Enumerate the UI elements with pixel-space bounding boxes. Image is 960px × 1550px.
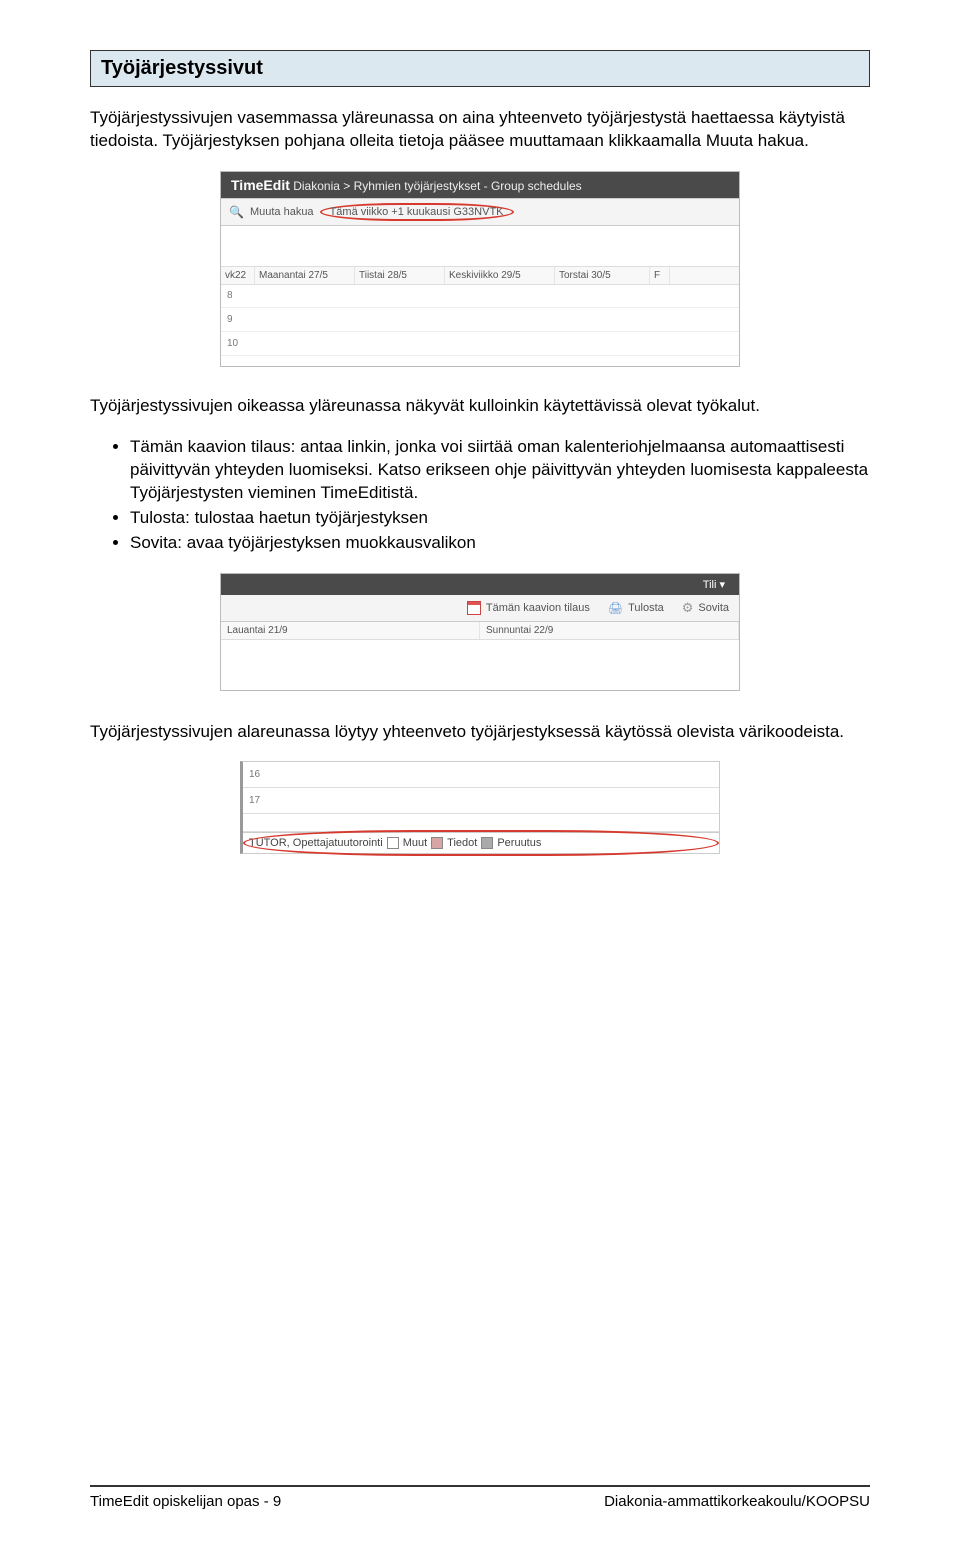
hour-row: 10 (221, 332, 739, 356)
color-legend: TUTOR, Opettajatuutorointi Muut Tiedot P… (243, 832, 719, 853)
tool-print[interactable]: 🖨 Tulosta (608, 601, 664, 615)
search-icon: 🔍 (229, 205, 244, 219)
calendar-day-header: vk22 Maanantai 27/5 Tiistai 28/5 Keskivi… (221, 266, 739, 285)
weekend-header: Lauantai 21/9 Sunnuntai 22/9 (221, 622, 739, 640)
tool-bullet-list: Tämän kaavion tilaus: antaa linkin, jonk… (90, 436, 870, 555)
hour-row: 17 (243, 788, 719, 814)
legend-label: Peruutus (497, 837, 541, 849)
bullet-item: Tulosta: tulostaa haetun työjärjestyksen (130, 507, 870, 530)
timeedit-topbar: TimeEdit Diakonia > Ryhmien työjärjestyk… (221, 172, 739, 198)
hour-row (243, 814, 719, 832)
day-col: Keskiviikko 29/5 (445, 267, 555, 284)
day-col: Maanantai 27/5 (255, 267, 355, 284)
tool-label: Tulosta (628, 602, 664, 614)
bullet-item: Tämän kaavion tilaus: antaa linkin, jonk… (130, 436, 870, 505)
paragraph-1: Työjärjestyssivujen vasemmassa yläreunas… (90, 107, 870, 153)
tili-menu[interactable]: Tili ▾ (703, 579, 725, 591)
swatch-white (387, 837, 399, 849)
muuta-hakua-link[interactable]: Muuta hakua (250, 206, 314, 218)
day-col: Tiistai 28/5 (355, 267, 445, 284)
tool-label: Sovita (698, 602, 729, 614)
day-col: Torstai 30/5 (555, 267, 650, 284)
legend-label: Muut (403, 837, 427, 849)
swatch-pink (431, 837, 443, 849)
tool-subscription[interactable]: Tämän kaavion tilaus (467, 601, 590, 615)
timeedit-subbar: 🔍 Muuta hakua Tämä viikko +1 kuukausi G3… (221, 198, 739, 226)
screenshot-toolbar: Tili ▾ Tämän kaavion tilaus 🖨 Tulosta ⚙ … (220, 573, 740, 691)
hour-row: 9 (221, 308, 739, 332)
screenshot-timeedit-header: TimeEdit Diakonia > Ryhmien työjärjestyk… (220, 171, 740, 367)
title-box: Työjärjestyssivut (90, 50, 870, 87)
calendar-body: vk22 Maanantai 27/5 Tiistai 28/5 Keskivi… (221, 226, 739, 366)
footer-left: TimeEdit opiskelijan opas - 9 (90, 1493, 281, 1510)
hour-row: 16 (243, 762, 719, 788)
timeedit-brand: TimeEdit (231, 177, 290, 193)
timeedit-breadcrumb: Diakonia > Ryhmien työjärjestykset - Gro… (293, 179, 581, 193)
printer-icon: 🖨 (608, 601, 623, 615)
footer-right: Diakonia-ammattikorkeakoulu/KOOPSU (604, 1493, 870, 1510)
day-col: F (650, 267, 670, 284)
week-label: vk22 (221, 267, 255, 284)
legend-label: Tiedot (447, 837, 477, 849)
screenshot-legend: 16 17 TUTOR, Opettajatuutorointi Muut Ti… (240, 761, 720, 854)
bullet-item: Sovita: avaa työjärjestyksen muokkausval… (130, 532, 870, 555)
paragraph-3: Työjärjestyssivujen alareunassa löytyy y… (90, 721, 870, 744)
page-footer: TimeEdit opiskelijan opas - 9 Diakonia-a… (90, 1485, 870, 1510)
swatch-grey (481, 837, 493, 849)
calendar-blank (221, 640, 739, 690)
tool-fit[interactable]: ⚙ Sovita (682, 600, 729, 616)
search-summary-highlight: Tämä viikko +1 kuukausi G33NVTK (320, 203, 514, 221)
hour-row: 8 (221, 284, 739, 308)
tool-label: Tämän kaavion tilaus (486, 602, 590, 614)
day-col: Sunnuntai 22/9 (480, 622, 739, 639)
day-col: Lauantai 21/9 (221, 622, 480, 639)
hour-grid: 16 17 TUTOR, Opettajatuutorointi Muut Ti… (240, 761, 720, 854)
gear-icon: ⚙ (682, 600, 694, 616)
legend-label: TUTOR, Opettajatuutorointi (249, 837, 383, 849)
hour-rows: 8 9 10 (221, 284, 739, 356)
page-title: Työjärjestyssivut (101, 57, 859, 80)
paragraph-2: Työjärjestyssivujen oikeassa yläreunassa… (90, 395, 870, 418)
tool-row: Tämän kaavion tilaus 🖨 Tulosta ⚙ Sovita (221, 595, 739, 622)
calendar-icon (467, 601, 481, 615)
tili-bar: Tili ▾ (221, 574, 739, 595)
